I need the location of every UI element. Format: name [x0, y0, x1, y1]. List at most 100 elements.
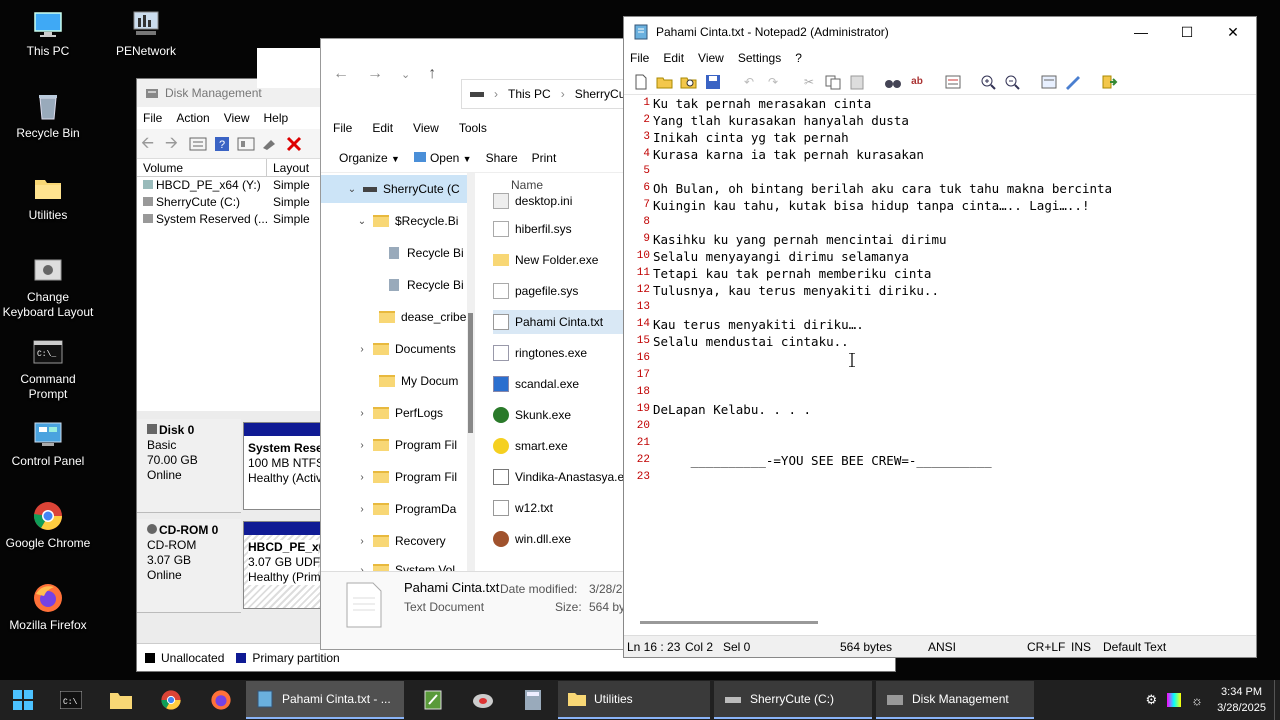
- file-item[interactable]: pagefile.sys: [493, 279, 639, 303]
- scheme-icon[interactable]: [1040, 74, 1058, 90]
- status-encoding[interactable]: ANSI: [925, 640, 1024, 654]
- browse-icon[interactable]: [680, 74, 698, 90]
- chevron-down-icon[interactable]: ⌄: [351, 216, 373, 227]
- menu-action[interactable]: Action: [176, 111, 209, 125]
- cdrom-0-info[interactable]: CD-ROM 0 CD-ROM 3.07 GB Online: [137, 519, 241, 613]
- taskbar-app-green[interactable]: [408, 680, 458, 720]
- desktop-icon-control-panel[interactable]: Control Panel: [0, 418, 96, 469]
- taskbar-app-notepad[interactable]: Pahami Cinta.txt - ...: [246, 681, 404, 719]
- desktop-icon-command-prompt[interactable]: C:\_ Command Prompt: [0, 336, 96, 402]
- desktop-icon-penetwork[interactable]: PENetwork: [98, 8, 194, 59]
- tree-item-program-files[interactable]: › Program Fil: [351, 434, 457, 456]
- editor-line[interactable]: Selalu menyayangi dirimu selamanya: [653, 248, 1112, 265]
- horizontal-scrollbar[interactable]: [640, 621, 818, 624]
- back-arrow-icon[interactable]: 🡨: [141, 135, 159, 152]
- editor-line[interactable]: Oh Bulan, oh bintang berilah aku cara tu…: [653, 180, 1112, 197]
- taskbar-cmd[interactable]: C:\: [46, 680, 96, 720]
- cut-icon[interactable]: ✂: [800, 74, 818, 90]
- desktop-icon-recycle-bin[interactable]: Recycle Bin: [0, 90, 96, 141]
- editor-line[interactable]: Kasihku ku yang pernah mencintai dirimu: [653, 231, 1112, 248]
- undo-icon[interactable]: ↶: [740, 74, 758, 90]
- tree-item-recycle-bin-folder[interactable]: ⌄ $Recycle.Bi: [351, 210, 459, 232]
- tree-item-recycle-bin[interactable]: Recycle Bi: [389, 274, 464, 296]
- list-view-icon[interactable]: [189, 136, 207, 152]
- zoom-out-icon[interactable]: [1004, 74, 1022, 90]
- partition-hbcd[interactable]: HBCD_PE_x6 3.07 GB UDF Healthy (Prim: [243, 521, 323, 609]
- editor-line[interactable]: Inikah cinta yg tak pernah: [653, 129, 1112, 146]
- replace-icon[interactable]: ab: [908, 74, 926, 90]
- chevron-right-icon[interactable]: ›: [351, 344, 373, 355]
- zoom-in-icon[interactable]: [980, 74, 998, 90]
- file-item[interactable]: w12.txt: [493, 496, 639, 520]
- save-icon[interactable]: [704, 74, 722, 90]
- start-button[interactable]: [0, 680, 46, 720]
- taskbar-app-sherrycute[interactable]: SherryCute (C:): [714, 681, 872, 719]
- open-button[interactable]: Open ▼: [413, 151, 472, 165]
- editor-line[interactable]: [653, 367, 1112, 384]
- disk-0-info[interactable]: Disk 0 Basic 70.00 GB Online: [137, 419, 241, 513]
- desktop-icon-this-pc[interactable]: This PC: [0, 8, 96, 59]
- menu-file[interactable]: File: [333, 121, 352, 141]
- editor-text[interactable]: Ku tak pernah merasakan cinta Yang tlah k…: [653, 95, 1112, 486]
- chevron-right-icon[interactable]: ›: [351, 504, 373, 515]
- file-item[interactable]: hiberfil.sys: [493, 217, 639, 241]
- status-mode[interactable]: INS: [1068, 640, 1100, 654]
- column-volume[interactable]: Volume: [137, 159, 267, 176]
- tree-item-my-documents[interactable]: My Docum: [379, 370, 458, 392]
- menu-edit[interactable]: Edit: [372, 121, 393, 141]
- share-button[interactable]: Share: [486, 151, 518, 165]
- editor-line[interactable]: [653, 214, 1112, 231]
- taskbar-file-explorer[interactable]: [96, 680, 146, 720]
- organize-button[interactable]: Organize ▼: [339, 151, 400, 165]
- minimize-button[interactable]: —: [1118, 17, 1164, 47]
- file-item[interactable]: Vindika-Anastasya.e: [493, 465, 639, 489]
- forward-icon[interactable]: →: [367, 65, 383, 83]
- menu-file[interactable]: File: [630, 51, 649, 65]
- desktop-icon-firefox[interactable]: Mozilla Firefox: [0, 582, 96, 633]
- clock[interactable]: 3:34 PM 3/28/2025: [1209, 684, 1274, 716]
- file-item[interactable]: scandal.exe: [493, 372, 639, 396]
- tree-item-system-volume[interactable]: › System Vol: [351, 559, 455, 571]
- open-file-icon[interactable]: [656, 74, 674, 90]
- tree-item-programdata[interactable]: › ProgramDa: [351, 498, 456, 520]
- settings-tray-icon[interactable]: ☼: [1191, 693, 1203, 708]
- menu-view[interactable]: View: [224, 111, 250, 125]
- editor-line[interactable]: [653, 299, 1112, 316]
- tree-item-documents[interactable]: › Documents: [351, 338, 455, 360]
- file-item[interactable]: smart.exe: [493, 434, 639, 458]
- editor-line[interactable]: Kau terus menyakiti diriku….: [653, 316, 1112, 333]
- customize-scheme-icon[interactable]: [1064, 74, 1082, 90]
- taskbar-app-utilities[interactable]: Utilities: [558, 681, 710, 719]
- tree-item-program-files-x86[interactable]: › Program Fil: [351, 466, 457, 488]
- menu-file[interactable]: File: [143, 111, 162, 125]
- print-button[interactable]: Print: [532, 151, 557, 165]
- show-desktop-button[interactable]: [1274, 680, 1280, 720]
- close-button[interactable]: ✕: [1210, 17, 1256, 47]
- navigation-scrollbar[interactable]: [467, 173, 475, 571]
- status-eol[interactable]: CR+LF: [1024, 640, 1068, 654]
- tree-item-recovery[interactable]: › Recovery: [351, 530, 445, 552]
- editor-line[interactable]: Tetapi kau tak pernah memberiku cinta: [653, 265, 1112, 282]
- editor-line[interactable]: [653, 384, 1112, 401]
- editor-line[interactable]: [653, 469, 1112, 486]
- editor-line[interactable]: [653, 350, 1112, 367]
- exit-icon[interactable]: [1100, 74, 1118, 90]
- file-item[interactable]: win.dll.exe: [493, 527, 639, 551]
- menu-edit[interactable]: Edit: [663, 51, 684, 65]
- taskbar-app-disk-tool[interactable]: [458, 680, 508, 720]
- desktop-icon-keyboard-layout[interactable]: Change Keyboard Layout: [0, 254, 96, 320]
- file-item-selected[interactable]: Pahami Cinta.txt: [493, 310, 639, 334]
- menu-help[interactable]: ?: [795, 51, 802, 65]
- menu-view[interactable]: View: [698, 51, 724, 65]
- forward-arrow-icon[interactable]: 🡪: [165, 135, 183, 152]
- editor-line[interactable]: Yang tlah kurasakan hanyalah dusta: [653, 112, 1112, 129]
- editor-line[interactable]: [653, 163, 1112, 180]
- word-wrap-icon[interactable]: [944, 74, 962, 90]
- column-layout[interactable]: Layout: [267, 159, 327, 176]
- tree-item-recycle-bin[interactable]: Recycle Bi: [389, 242, 464, 264]
- file-item[interactable]: desktop.ini: [493, 189, 639, 213]
- help-icon[interactable]: ?: [213, 136, 231, 152]
- chevron-right-icon[interactable]: ›: [351, 472, 373, 483]
- up-icon[interactable]: ↑: [428, 65, 436, 83]
- new-file-icon[interactable]: [632, 74, 650, 90]
